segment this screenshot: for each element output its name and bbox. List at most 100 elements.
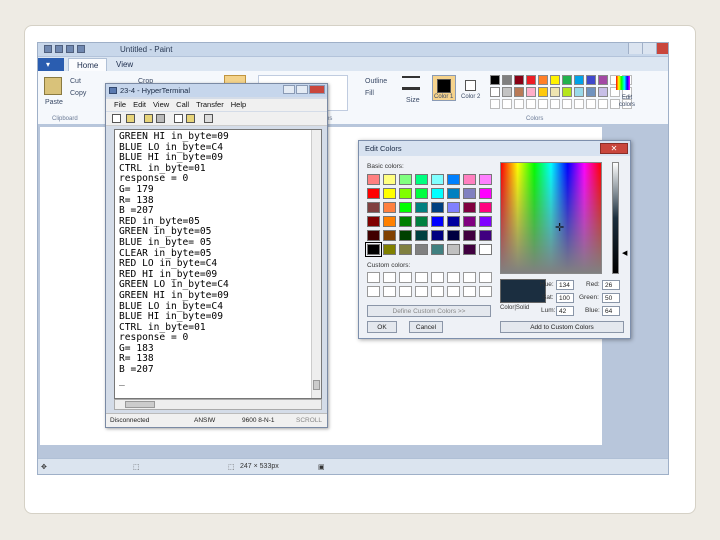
custom-color-swatch[interactable] [463,272,476,283]
custom-color-swatch[interactable] [383,272,396,283]
basic-color-swatch[interactable] [399,174,412,185]
basic-color-swatch[interactable] [463,230,476,241]
basic-color-swatch[interactable] [367,216,380,227]
basic-color-swatch[interactable] [367,188,380,199]
palette-swatch[interactable] [562,75,572,85]
palette-swatch[interactable] [490,87,500,97]
save-icon[interactable] [55,45,63,53]
properties-icon[interactable] [204,114,213,123]
palette-swatch[interactable] [574,87,584,97]
custom-color-swatch[interactable] [447,272,460,283]
basic-color-swatch[interactable] [415,188,428,199]
basic-color-swatch[interactable] [399,188,412,199]
ht-maximize-button[interactable] [296,85,308,94]
basic-color-swatch[interactable] [399,244,412,255]
palette-swatch[interactable] [526,75,536,85]
palette-empty-swatch[interactable] [550,99,560,109]
tab-view[interactable]: View [108,58,141,71]
basic-color-swatch[interactable] [415,216,428,227]
custom-color-swatch[interactable] [431,272,444,283]
basic-color-swatch[interactable] [479,174,492,185]
basic-color-swatch[interactable] [399,230,412,241]
palette-swatch[interactable] [550,87,560,97]
basic-color-swatch[interactable] [367,174,380,185]
custom-color-swatch[interactable] [415,286,428,297]
basic-color-swatch[interactable] [463,174,476,185]
phone-icon[interactable] [144,114,153,123]
palette-empty-swatch[interactable] [502,99,512,109]
ht-close-button[interactable] [309,85,325,94]
edit-colors-button[interactable]: Edit colors [615,95,639,109]
define-custom-colors-button[interactable]: Define Custom Colors >> [367,305,491,317]
basic-color-swatch[interactable] [479,244,492,255]
basic-color-swatch[interactable] [415,174,428,185]
add-to-custom-colors-button[interactable]: Add to Custom Colors [500,321,624,333]
basic-color-swatch[interactable] [463,202,476,213]
ht-minimize-button[interactable] [283,85,295,94]
custom-color-swatch[interactable] [479,286,492,297]
menu-edit[interactable]: Edit [133,99,146,111]
basic-color-swatch[interactable] [479,216,492,227]
color-spectrum[interactable]: ✛ [500,162,602,274]
basic-color-swatch[interactable] [383,216,396,227]
custom-color-swatch[interactable] [415,272,428,283]
luminosity-slider[interactable] [612,162,619,274]
lum-field[interactable]: 42 [556,306,574,316]
horizontal-scrollbar[interactable] [114,399,322,410]
basic-color-swatch[interactable] [447,244,460,255]
palette-empty-swatch[interactable] [598,99,608,109]
close-button[interactable] [656,43,668,54]
basic-color-swatch[interactable] [463,216,476,227]
receive-file-icon[interactable] [186,114,195,123]
basic-color-swatch[interactable] [431,188,444,199]
dialog-close-button[interactable]: ✕ [600,143,628,154]
red-field[interactable]: 26 [602,280,620,290]
palette-empty-swatch[interactable] [574,99,584,109]
basic-color-swatch[interactable] [399,202,412,213]
custom-color-swatch[interactable] [383,286,396,297]
palette-empty-swatch[interactable] [586,99,596,109]
ok-button[interactable]: OK [367,321,397,333]
palette-empty-swatch[interactable] [490,99,500,109]
new-connection-icon[interactable] [112,114,121,123]
basic-color-swatch[interactable] [383,174,396,185]
basic-color-swatch[interactable] [383,202,396,213]
menu-file[interactable]: File [114,99,126,111]
custom-color-swatch[interactable] [399,272,412,283]
copy-button[interactable]: Copy [70,90,86,97]
basic-color-swatch[interactable] [367,230,380,241]
palette-swatch[interactable] [550,75,560,85]
basic-color-swatch[interactable] [431,174,444,185]
custom-color-swatch[interactable] [367,286,380,297]
palette-swatch[interactable] [586,87,596,97]
palette-swatch[interactable] [598,75,608,85]
menu-help[interactable]: Help [231,99,246,111]
sat-field[interactable]: 100 [556,293,574,303]
palette-swatch[interactable] [538,75,548,85]
custom-color-swatch[interactable] [367,272,380,283]
palette-swatch[interactable] [502,75,512,85]
menu-transfer[interactable]: Transfer [196,99,224,111]
palette-swatch[interactable] [514,87,524,97]
palette-empty-swatch[interactable] [562,99,572,109]
send-file-icon[interactable] [174,114,183,123]
basic-color-swatch[interactable] [479,202,492,213]
maximize-button[interactable] [642,43,656,54]
color2-button[interactable]: Color 2 [459,75,483,101]
minimize-button[interactable] [628,43,642,54]
basic-color-swatch[interactable] [365,242,382,257]
palette-swatch[interactable] [586,75,596,85]
basic-color-swatch[interactable] [383,244,396,255]
custom-color-swatch[interactable] [463,286,476,297]
edit-colors-icon[interactable] [616,76,630,90]
basic-color-swatch[interactable] [479,188,492,199]
basic-color-swatch[interactable] [383,188,396,199]
horizontal-scroll-thumb[interactable] [125,401,155,408]
basic-color-swatch[interactable] [447,216,460,227]
palette-empty-swatch[interactable] [538,99,548,109]
vertical-scrollbar[interactable] [311,130,321,398]
tab-file[interactable]: ▾ [38,58,64,71]
menu-call[interactable]: Call [176,99,189,111]
custom-color-swatch[interactable] [447,286,460,297]
basic-color-swatch[interactable] [415,244,428,255]
